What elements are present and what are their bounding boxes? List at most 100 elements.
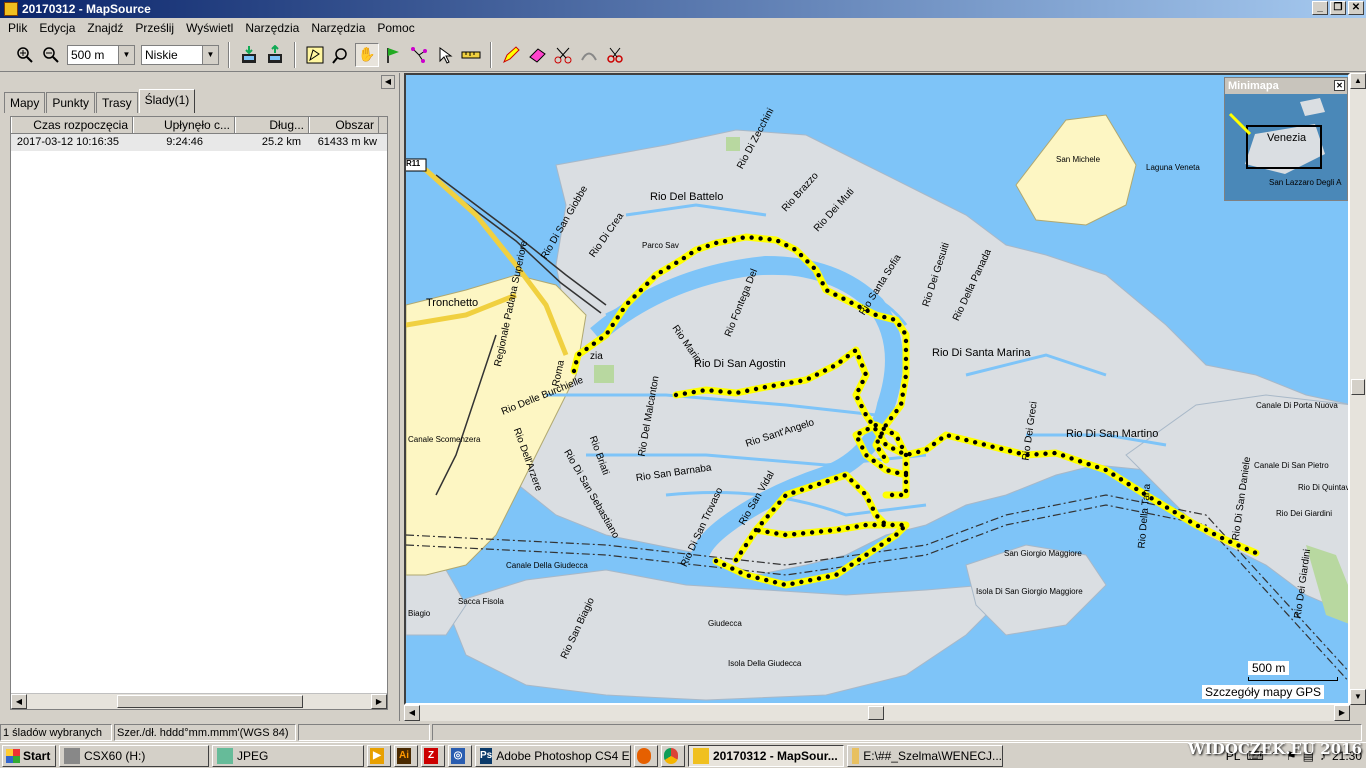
track-point: [774, 531, 779, 536]
taskbar-firefox[interactable]: [634, 744, 658, 767]
map-tool-button[interactable]: [303, 43, 327, 67]
map-canvas[interactable]: Rio Del Battelo Rio Di Zecchini Rio Braz…: [404, 73, 1350, 705]
ruler-icon: [461, 51, 481, 58]
taskbar-illustrator[interactable]: Ai: [394, 744, 418, 767]
table-row[interactable]: 2017-03-12 10:16:35 9:24:46 25.2 km 6143…: [11, 134, 387, 151]
send-to-device-button[interactable]: [263, 43, 287, 67]
scroll-down-arrow[interactable]: ▼: [1350, 689, 1366, 705]
receive-from-device-button[interactable]: [237, 43, 261, 67]
track-point: [898, 450, 904, 455]
maximize-button[interactable]: ❐: [1330, 1, 1346, 15]
scroll-left-arrow[interactable]: ◀: [11, 694, 27, 709]
menu-znajdz[interactable]: Znajdź: [81, 21, 129, 35]
track-point: [889, 430, 894, 436]
column-start-time[interactable]: Czas rozpoczęcia: [11, 117, 133, 133]
column-area[interactable]: Obszar: [309, 117, 379, 133]
track-point: [881, 426, 886, 432]
menu-pomoc[interactable]: Pomoc: [371, 21, 420, 35]
map-horizontal-scrollbar[interactable]: ◀ ▶: [404, 705, 1350, 721]
zoom-scale-value: 500 m: [71, 47, 105, 62]
close-button[interactable]: ✕: [1348, 1, 1364, 15]
minimap-title-bar: Minimapa ✕: [1225, 78, 1347, 94]
track-point: [820, 281, 825, 286]
zoom-out-button[interactable]: [39, 43, 63, 67]
tab-punkty[interactable]: Punkty: [46, 92, 96, 113]
minimap-close-button[interactable]: ✕: [1334, 80, 1345, 91]
status-empty: [298, 723, 430, 741]
minimize-button[interactable]: _: [1312, 1, 1328, 15]
track-point: [875, 514, 880, 519]
erase-track-button[interactable]: [525, 43, 549, 67]
taskbar-item-csx60[interactable]: CSX60 (H:): [59, 744, 209, 767]
track-point: [939, 436, 944, 441]
track-point: [852, 348, 858, 353]
detail-level-select[interactable]: Niskie ▼: [141, 44, 219, 65]
track-point: [881, 522, 886, 528]
menu-narzedzia-2[interactable]: Narzędzia: [305, 21, 371, 35]
taskbar-item-jpeg[interactable]: JPEG: [212, 744, 364, 767]
column-elapsed[interactable]: Upłynęło c...: [133, 117, 235, 133]
menu-plik[interactable]: Plik: [2, 21, 33, 35]
menu-edycja[interactable]: Edycja: [33, 21, 81, 35]
tab-slady[interactable]: Ślady(1): [138, 89, 196, 113]
track-point: [849, 562, 854, 567]
minimap[interactable]: Minimapa ✕ Venezia San Lazzaro Degli A: [1224, 77, 1348, 201]
map-label: zia: [590, 351, 603, 362]
map-view[interactable]: Rio Del Battelo Rio Di Zecchini Rio Braz…: [404, 73, 1366, 721]
taskbar-item-photoshop[interactable]: Ps Adobe Photoshop CS4 E...: [475, 744, 631, 767]
scroll-up-arrow[interactable]: ▲: [1350, 73, 1366, 89]
zoom-tool-button[interactable]: [329, 43, 353, 67]
cell-start-time: 2017-03-12 10:16:35: [16, 136, 119, 148]
track-point: [868, 419, 873, 424]
map-label: Rio Del Battelo: [650, 191, 724, 203]
scroll-right-arrow[interactable]: ▶: [371, 694, 387, 709]
panel-collapse-button[interactable]: ◀: [381, 75, 395, 89]
scroll-right-arrow[interactable]: ▶: [1334, 705, 1350, 721]
zoom-scale-select[interactable]: 500 m ▼: [67, 44, 135, 65]
scroll-thumb[interactable]: [117, 695, 303, 708]
track-point: [776, 238, 781, 244]
track-point: [746, 573, 752, 578]
track-tool-button[interactable]: [603, 43, 627, 67]
divide-track-button[interactable]: [551, 43, 575, 67]
track-point: [682, 391, 688, 396]
menu-przeslij[interactable]: Prześlij: [129, 21, 180, 35]
scroll-thumb[interactable]: [1351, 379, 1365, 395]
map-vertical-scrollbar[interactable]: ▲ ▼: [1350, 73, 1366, 705]
draw-track-button[interactable]: [499, 43, 523, 67]
scroll-thumb[interactable]: [868, 706, 884, 720]
hand-tool-button[interactable]: ✋: [355, 42, 379, 67]
start-button[interactable]: Start: [2, 744, 56, 767]
taskbar-filezilla[interactable]: Z: [421, 744, 445, 767]
join-track-button[interactable]: [577, 43, 601, 67]
taskbar-media-player[interactable]: ▶: [367, 744, 391, 767]
track-point: [825, 478, 830, 484]
track-point: [615, 315, 620, 320]
tab-trasy[interactable]: Trasy: [96, 92, 138, 113]
mapsource-app-icon[interactable]: [4, 2, 18, 16]
selection-tool-button[interactable]: [433, 43, 457, 67]
zoom-in-button[interactable]: [13, 43, 37, 67]
taskbar-app[interactable]: ◎: [448, 744, 472, 767]
menu-wyswietl[interactable]: Wyświetl: [180, 21, 239, 35]
taskbar-item-explorer[interactable]: E:\##_Szelma\WENECJ...: [847, 744, 1003, 767]
tab-mapy[interactable]: Mapy: [4, 92, 46, 113]
scroll-left-arrow[interactable]: ◀: [404, 705, 420, 721]
measure-tool-button[interactable]: [459, 43, 483, 67]
list-horizontal-scrollbar[interactable]: ◀ ▶: [11, 693, 387, 709]
track-point: [1236, 543, 1241, 548]
waypoint-tool-button[interactable]: [381, 43, 405, 67]
track-point: [924, 447, 930, 452]
taskbar-chrome[interactable]: [661, 744, 685, 767]
taskbar-item-mapsource[interactable]: 20170312 - MapSour...: [688, 744, 844, 767]
track-point: [799, 487, 805, 492]
route-tool-button[interactable]: [407, 43, 431, 67]
column-length[interactable]: Dług...: [235, 117, 309, 133]
cell-length: 25.2 km: [261, 136, 301, 148]
track-point: [651, 275, 656, 280]
track-point: [834, 572, 839, 577]
track-point: [1086, 462, 1091, 467]
track-point: [1111, 472, 1116, 477]
menu-narzedzia[interactable]: Narzędzia: [239, 21, 305, 35]
minimap-place-label: San Lazzaro Degli A: [1269, 178, 1342, 187]
